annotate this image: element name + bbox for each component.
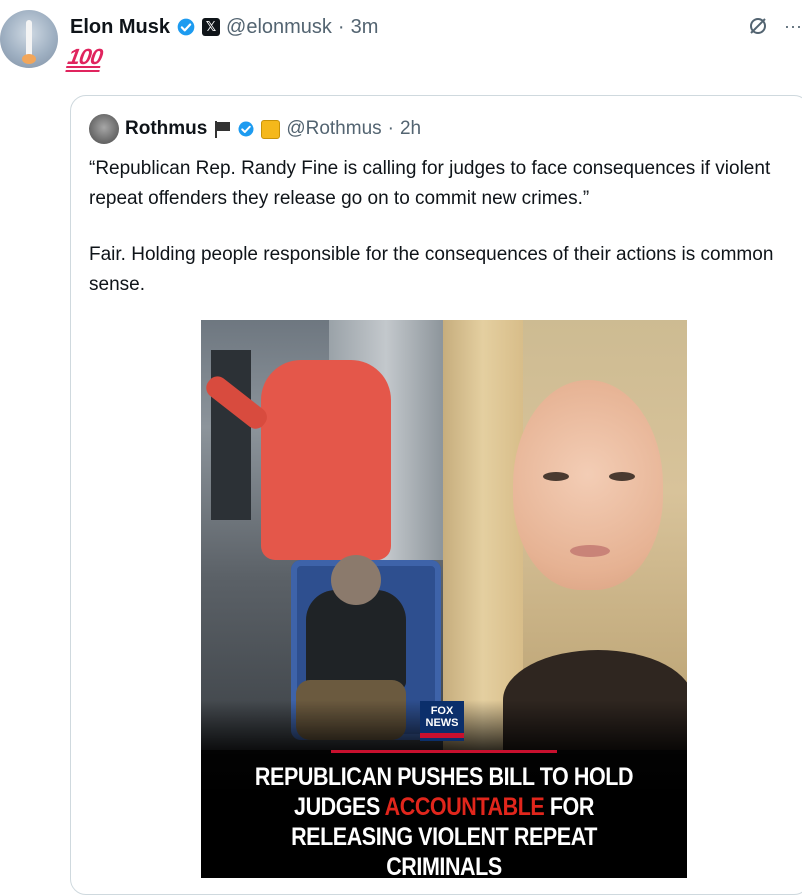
quoted-author-handle[interactable]: @Rothmus [286,118,381,140]
quoted-paragraph-2: Fair. Holding people responsible for the… [89,244,774,295]
more-icon[interactable]: ··· [784,16,802,37]
quoted-paragraph-1: “Republican Rep. Randy Fine is calling f… [89,158,771,209]
hundred-points-emoji: 100 [65,44,105,69]
author-name[interactable]: Elon Musk [70,16,170,39]
author-handle[interactable]: @elonmusk [226,16,332,39]
blurred-head [331,555,381,605]
seated-person [306,590,406,690]
flag-icon [213,120,231,138]
logo-line-1: FOX [430,705,454,717]
verified-badge-icon[interactable] [237,120,255,138]
lips [570,545,610,557]
red-hoodie-figure [261,360,391,560]
rocket-flame [22,54,36,64]
separator-dot: · [337,15,345,38]
quoted-post-text: “Republican Rep. Randy Fine is calling f… [89,154,801,326]
headline-divider [331,750,557,753]
verified-badge-icon[interactable] [176,17,196,37]
post-time[interactable]: 3m [351,16,379,39]
quoted-author-name[interactable]: Rothmus [125,118,207,140]
left-eye [543,472,569,481]
quoted-author-avatar[interactable] [89,114,119,144]
post-header: Elon Musk 𝕏 @elonmusk · 3m [70,12,378,42]
portrait-photo [443,320,687,750]
rocket-image [26,20,32,58]
image-headline: REPUBLICAN PUSHES BILL TO HOLD JUDGES AC… [244,762,645,878]
face [513,380,663,590]
author-avatar[interactable] [0,10,58,68]
affiliate-badge-icon[interactable] [261,119,281,139]
right-eye [609,472,635,481]
train-photo [201,320,443,750]
logo-red-bar [420,733,464,738]
separator-dot: · [387,118,394,139]
grok-icon[interactable] [746,14,770,38]
quoted-post-time[interactable]: 2h [400,118,421,140]
quoted-post-image[interactable]: FOX NEWS REPUBLICAN PUSHES BILL TO HOLD … [201,320,687,878]
quoted-post-header: Rothmus @Rothmus · 2h [89,114,421,144]
quoted-post[interactable]: Rothmus @Rothmus · 2h “Republican Rep. R… [70,95,802,895]
logo-line-2: NEWS [425,717,459,729]
x-affiliate-icon[interactable]: 𝕏 [202,18,221,36]
fox-news-logo: FOX NEWS [420,701,464,741]
post-actions: ··· [746,14,802,38]
headline-highlight: ACCOUNTABLE [384,793,545,821]
